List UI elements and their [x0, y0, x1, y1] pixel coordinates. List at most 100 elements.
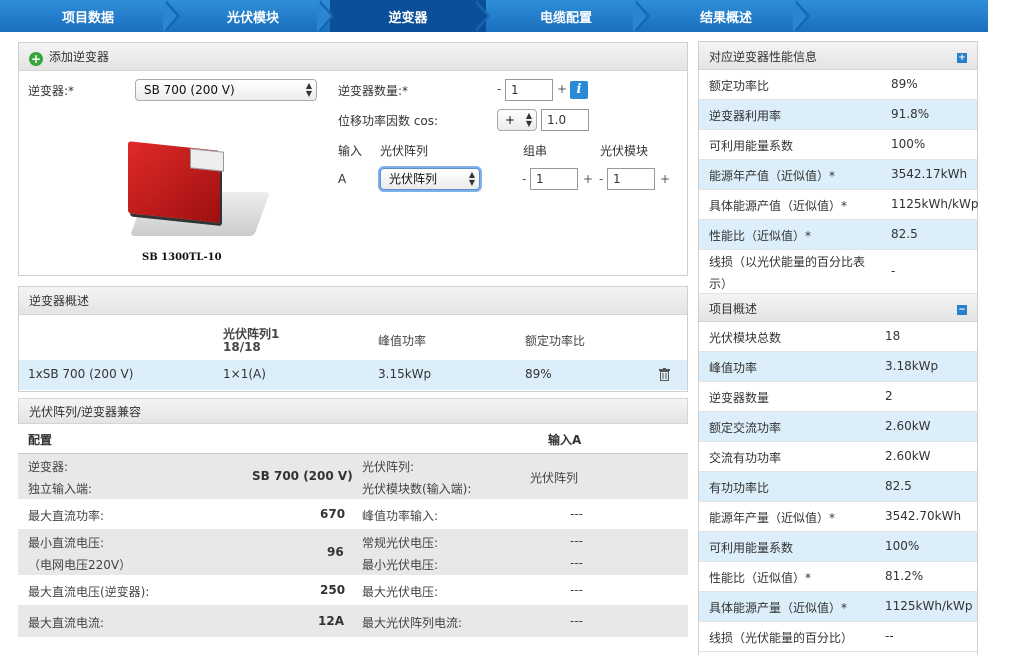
- perf-row: 具体能源产值（近似值）* 1125kWh/kWp: [699, 190, 979, 220]
- proj-key: 性能比（近似值）*: [709, 571, 812, 585]
- count-plus[interactable]: +: [557, 82, 567, 96]
- proj-row: 光伏模块总数 18: [699, 322, 977, 352]
- tab-project-data[interactable]: 项目数据: [0, 0, 180, 32]
- proj-key: 能源年产量（近似值）*: [709, 511, 836, 525]
- compat-key: 光伏阵列:: [362, 460, 415, 474]
- tab-cable-config[interactable]: 电缆配置: [486, 0, 650, 32]
- perf-value: 91.8%: [891, 107, 930, 121]
- proj-value: 2.60kW: [885, 449, 931, 463]
- array-select[interactable]: 光伏阵列 ▲ ▼: [380, 168, 480, 190]
- proj-row: 逆变器数量 2: [699, 382, 977, 412]
- tab-results[interactable]: 结果概述: [646, 0, 810, 32]
- add-inverter-title: 添加逆变器: [49, 50, 110, 64]
- perf-key: 逆变器利用率: [709, 109, 782, 123]
- module-input[interactable]: 1: [607, 168, 655, 190]
- col-array-label: 光伏阵列: [380, 144, 429, 158]
- proj-key: 可利用能量系数: [709, 541, 794, 555]
- tab-label: 结果概述: [699, 10, 752, 26]
- overview-title: 逆变器概述: [19, 287, 687, 315]
- string-minus[interactable]: -: [522, 172, 526, 186]
- proj-key: 逆变器数量: [709, 391, 770, 405]
- array-select-value: 光伏阵列: [389, 172, 438, 186]
- trash-icon[interactable]: [659, 368, 670, 381]
- perf-key: 可利用能量系数: [709, 139, 794, 153]
- proj-key: 额定交流功率: [709, 421, 782, 435]
- string-input[interactable]: 1: [530, 168, 578, 190]
- compat-key: 独立输入端:: [28, 482, 93, 496]
- select-arrows-icon: ▲ ▼: [468, 170, 475, 187]
- proj-value: 1125kWh/kWp: [885, 599, 973, 613]
- count-minus[interactable]: -: [497, 82, 501, 96]
- overview-row-ratio: 89%: [525, 367, 552, 381]
- proj-value: 100%: [885, 539, 920, 553]
- compat-value: ---: [570, 534, 583, 548]
- overview-row-name: 1xSB 700 (200 V): [28, 367, 134, 381]
- inverter-select-value: SB 700 (200 V): [144, 83, 235, 97]
- perf-value: -: [891, 264, 896, 278]
- compat-value: ---: [570, 507, 583, 521]
- overview-col-peak: 峰值功率: [378, 334, 427, 348]
- compat-value: 光伏阵列: [530, 471, 579, 485]
- inverter-image-caption: SB 1300TL-10: [142, 252, 222, 263]
- module-minus[interactable]: -: [599, 172, 603, 186]
- info-icon[interactable]: i: [570, 81, 588, 99]
- tab-inverter[interactable]: 逆变器: [330, 0, 490, 32]
- perf-key: 性能比（近似值）*: [709, 229, 812, 243]
- expand-icon[interactable]: +: [957, 53, 967, 63]
- overview-row-peak: 3.15kWp: [378, 367, 432, 381]
- perf-key: 线损（以光伏能量的百分比表: [709, 255, 866, 269]
- compat-key: 峰值功率输入:: [362, 509, 439, 523]
- compat-value: ---: [570, 614, 583, 628]
- proj-header: 项目概述 −: [699, 294, 977, 322]
- inverter-select[interactable]: SB 700 (200 V) ▲ ▼: [135, 79, 317, 101]
- proj-key: 光伏模块总数: [709, 331, 782, 345]
- compat-value: SB 700 (200 V): [252, 469, 353, 483]
- proj-value: 2: [885, 389, 893, 403]
- compat-key: 逆变器:: [28, 460, 69, 474]
- overview-col-array-count: 18/18: [223, 340, 261, 354]
- col-input-label: 输入: [338, 144, 363, 158]
- collapse-icon[interactable]: −: [957, 305, 967, 315]
- compat-value: ---: [570, 583, 583, 597]
- perf-value: 1125kWh/kWp: [891, 197, 979, 211]
- compat-key: 常规光伏电压:: [362, 536, 439, 550]
- compat-value: 12A: [318, 614, 344, 628]
- cos-input[interactable]: 1.0: [541, 109, 589, 131]
- perf-value: 89%: [891, 77, 918, 91]
- compat-key: 最大直流功率:: [28, 509, 105, 523]
- string-plus[interactable]: +: [583, 172, 593, 186]
- proj-key: 线损（光伏能量的百分比）: [709, 631, 854, 645]
- perf-header: 对应逆变器性能信息 +: [699, 42, 977, 70]
- compat-value: 96: [327, 545, 344, 559]
- compat-value: 670: [320, 507, 346, 521]
- proj-value: 82.5: [885, 479, 912, 493]
- chevron-separator: [633, 0, 647, 32]
- select-arrows-icon: ▲ ▼: [305, 81, 312, 98]
- cos-label: 位移功率因数 cos:: [338, 114, 439, 128]
- module-plus[interactable]: +: [660, 172, 670, 186]
- add-circle-icon[interactable]: +: [29, 52, 43, 66]
- proj-value: 18: [885, 329, 901, 343]
- chevron-separator: [793, 0, 807, 32]
- proj-row: 交流有功功率 2.60kW: [699, 442, 977, 472]
- proj-value: --: [885, 629, 894, 643]
- proj-title: 项目概述: [709, 302, 758, 316]
- tab-pv-module[interactable]: 光伏模块: [176, 0, 334, 32]
- perf-row: 线损（以光伏能量的百分比表 示） -: [699, 250, 977, 294]
- tab-label: 光伏模块: [226, 10, 279, 26]
- cos-sign-select[interactable]: + ▲ ▼: [497, 109, 537, 131]
- tab-label: 电缆配置: [539, 10, 592, 26]
- compat-key: 最大光伏电压:: [362, 585, 439, 599]
- compat-key: 最大光伏阵列电流:: [362, 616, 463, 630]
- proj-row: 具体能源产量（近似值）* 1125kWh/kWp: [699, 592, 977, 622]
- overview-col-ratio: 额定功率比: [525, 334, 586, 348]
- proj-row: 有功功率比 82.5: [699, 472, 977, 502]
- col-string-label: 组串: [523, 144, 548, 158]
- count-input[interactable]: 1: [505, 79, 553, 101]
- perf-row: 可利用能量系数 100%: [699, 130, 977, 160]
- add-inverter-header[interactable]: + 添加逆变器: [19, 43, 687, 71]
- compat-key: 最大直流电流:: [28, 616, 105, 630]
- config-label: 配置: [28, 433, 53, 447]
- compat-row: [18, 453, 688, 499]
- perf-value: 3542.17kWh: [891, 167, 968, 181]
